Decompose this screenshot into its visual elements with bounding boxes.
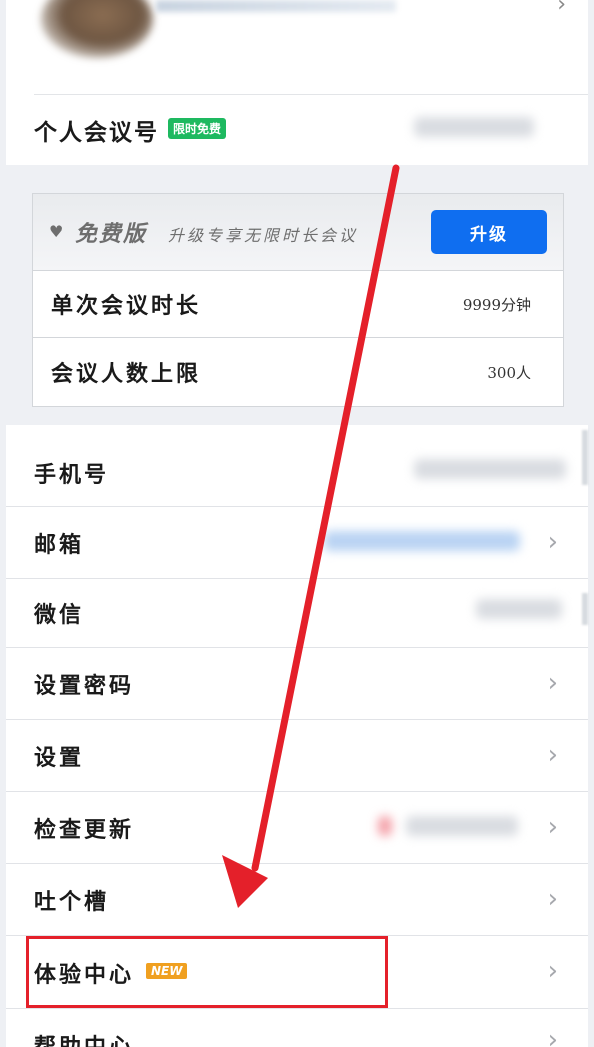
annotation-highlight-box — [26, 936, 388, 1008]
chevron-right-icon: › — [547, 884, 558, 914]
chevron-right-icon: › — [547, 956, 558, 986]
update-dot-blurred — [378, 816, 392, 836]
divider — [34, 94, 588, 95]
plan-row-participants: 会议人数上限 300人 — [33, 337, 563, 405]
list-item-settings[interactable]: 设置 › — [6, 720, 588, 791]
scroll-strip — [582, 593, 588, 625]
plan-row-value: 300人 — [487, 364, 531, 382]
list-item-set-password[interactable]: 设置密码 › — [6, 648, 588, 719]
chevron-right-icon: › — [547, 740, 558, 770]
list-item-label: 邮箱 — [34, 532, 85, 558]
plan-row-value: 9999分钟 — [462, 296, 531, 314]
meeting-id-value-blurred — [414, 117, 534, 137]
phone-value-blurred — [414, 459, 566, 479]
avatar[interactable] — [41, 0, 153, 58]
list-item-label: 吐个槽 — [34, 889, 110, 915]
chevron-right-icon: › — [547, 668, 558, 698]
plan-row-duration: 单次会议时长 9999分钟 — [33, 270, 563, 337]
plan-row-label: 单次会议时长 — [51, 293, 202, 319]
list-item-email[interactable]: 邮箱 › — [6, 507, 588, 578]
list-item-check-update[interactable]: 检查更新 › — [6, 792, 588, 863]
list-item-wechat[interactable]: 微信 — [6, 579, 588, 647]
heart-icon: ♥ — [49, 222, 64, 241]
list-item-label: 微信 — [34, 602, 85, 628]
chevron-right-icon[interactable]: › — [557, 0, 566, 16]
plan-name: 免费版 — [75, 221, 148, 247]
meeting-id-label: 个人会议号 — [34, 119, 159, 146]
list-item-feedback[interactable]: 吐个槽 › — [6, 864, 588, 935]
upgrade-button[interactable]: 升级 — [431, 210, 547, 254]
list-item-label: 设置密码 — [34, 673, 135, 699]
list-item-label: 设置 — [34, 745, 85, 771]
chevron-right-icon: › — [547, 527, 558, 557]
list-item-label: 手机号 — [34, 462, 110, 488]
plan-header: ♥ 免费版 升级专享无限时长会议 升级 — [33, 194, 563, 271]
chevron-right-icon: › — [547, 812, 558, 842]
wechat-value-blurred — [476, 599, 562, 619]
list-item-label: 检查更新 — [34, 817, 135, 843]
chevron-right-icon: › — [547, 1025, 558, 1047]
plan-promo: 升级专享无限时长会议 — [168, 226, 359, 245]
version-value-blurred — [406, 816, 518, 836]
plan-box: ♥ 免费版 升级专享无限时长会议 升级 单次会议时长 9999分钟 会议人数上限… — [32, 193, 564, 407]
email-value-blurred — [324, 531, 520, 551]
free-badge: 限时免费 — [168, 118, 227, 139]
list-item-help-center[interactable]: 帮助中心 › — [6, 1009, 588, 1047]
list-item-phone[interactable]: 手机号 — [6, 425, 588, 506]
profile-card[interactable]: › 个人会议号 限时免费 — [6, 0, 588, 165]
plan-row-label: 会议人数上限 — [51, 361, 202, 387]
profile-name-blurred — [156, 0, 396, 12]
list-item-label: 帮助中心 — [34, 1034, 135, 1047]
